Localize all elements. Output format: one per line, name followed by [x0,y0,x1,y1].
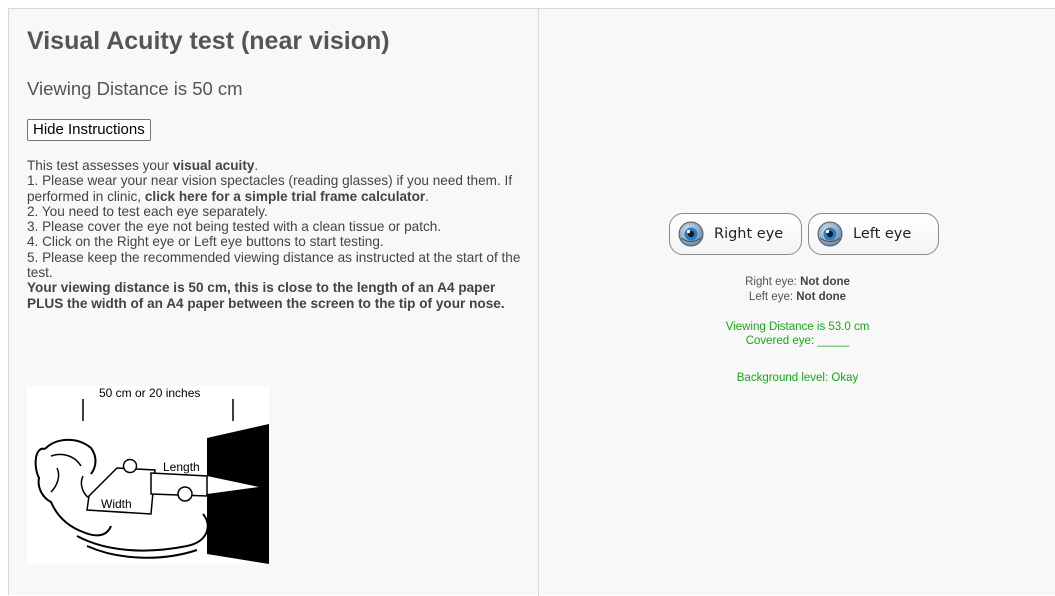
app-frame: Visual Acuity test (near vision) Viewing… [8,8,1055,596]
intro-line: This test assesses your visual acuity. [27,158,532,173]
left-eye-label: Left eye [853,226,912,242]
step-1-suffix: . [425,188,429,204]
page-subtitle: Viewing Distance is 50 cm [27,78,243,99]
right-eye-label: Right eye [714,226,784,242]
right-eye-status-label: Right eye: [745,276,801,288]
left-eye-button[interactable]: Left eye [808,213,939,255]
step-3: 3. Please cover the eye not being tested… [27,219,442,235]
left-eye-status-value: Not done [796,291,847,303]
intro-text: This test assesses your [27,158,173,173]
length-label: Length [163,460,200,474]
intro-suffix: . [254,158,259,173]
trial-frame-calculator-link[interactable]: click here for a simple trial frame calc… [145,189,425,204]
width-label: Width [101,497,132,511]
right-eye-button[interactable]: Right eye [669,213,802,255]
test-panel: Right eye Left eye Right eye: Not done L… [539,9,1055,596]
step-1: 1. Please wear your near vision spectacl… [27,173,532,204]
viewing-distance-diagram: 50 cm or 20 inches Length Width [27,386,269,564]
instructions-panel: Visual Acuity test (near vision) Viewing… [9,9,539,596]
step-4: 4. Click on the Right eye or Left eye bu… [27,234,384,250]
background-level-readout: Background level: Okay [736,372,859,384]
left-eye-status-label: Left eye: [748,291,797,303]
viewing-distance-illustration: 50 cm or 20 inches Length Width [34,386,269,564]
covered-eye-readout: Covered eye: _____ [745,335,850,347]
eye-icon [678,221,704,247]
page-title: Visual Acuity test (near vision) [27,27,390,55]
left-eye-status: Left eye: Not done [539,291,1055,304]
step-2: 2. You need to test each eye separately. [27,203,268,219]
distance-label: 50 cm or 20 inches [99,386,200,400]
right-eye-status-value: Not done [800,276,850,288]
step-5: 5. Please keep the recommended viewing d… [27,249,521,281]
viewing-distance-note: Your viewing distance is 50 cm, this is … [27,280,505,311]
intro-bold-text: visual acuity [172,158,255,173]
eye-icon [817,221,843,247]
right-eye-status: Right eye: Not done [539,276,1055,289]
instructions-text: This test assesses your visual acuity. 1… [27,158,532,311]
hide-instructions-button[interactable]: Hide Instructions [27,119,151,141]
viewing-distance-readout: Viewing Distance is 53.0 cm [725,321,870,333]
